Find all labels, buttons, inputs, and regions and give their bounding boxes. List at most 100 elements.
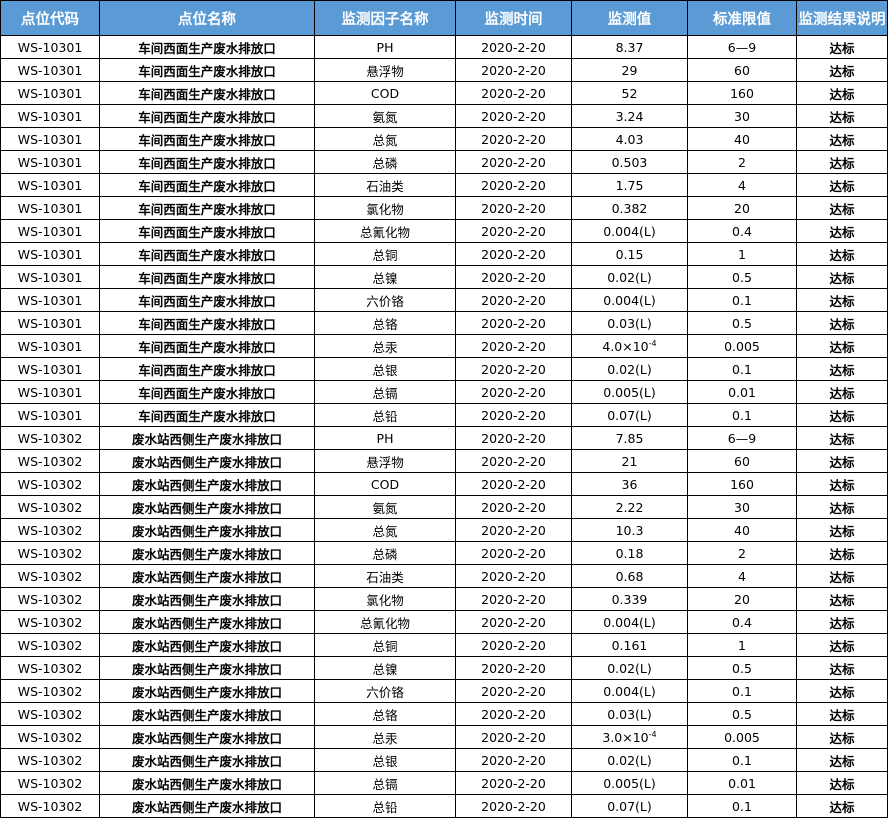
standard-limit-cell: 0.1	[687, 357, 797, 381]
header-monitor-value: 监测值	[571, 0, 688, 36]
standard-limit-cell: 0.4	[687, 610, 797, 634]
factor-name-cell: 氨氮	[314, 495, 456, 519]
header-standard-limit: 标准限值	[687, 0, 797, 36]
site-name-cell: 废水站西侧生产废水排放口	[99, 610, 315, 634]
factor-name-cell: 总磷	[314, 541, 456, 565]
monitor-time-cell: 2020-2-20	[455, 679, 572, 703]
factor-name-cell: 总镍	[314, 656, 456, 680]
site-name-cell: 车间西面生产废水排放口	[99, 403, 315, 427]
site-name-cell: 车间西面生产废水排放口	[99, 150, 315, 174]
factor-name-cell: 总银	[314, 748, 456, 772]
site-name-cell: 车间西面生产废水排放口	[99, 311, 315, 335]
result-note-cell: 达标	[796, 288, 888, 312]
standard-limit-cell: 0.005	[687, 725, 797, 749]
site-name-cell: 废水站西侧生产废水排放口	[99, 587, 315, 611]
standard-limit-cell: 0.5	[687, 702, 797, 726]
factor-name-cell: 悬浮物	[314, 58, 456, 82]
site-code-cell: WS-10301	[0, 219, 100, 243]
site-code-cell: WS-10301	[0, 265, 100, 289]
result-note-cell: 达标	[796, 380, 888, 404]
monitor-time-cell: 2020-2-20	[455, 702, 572, 726]
monitor-value-cell: 2.22	[571, 495, 688, 519]
site-name-cell: 废水站西侧生产废水排放口	[99, 748, 315, 772]
site-code-cell: WS-10301	[0, 242, 100, 266]
standard-limit-cell: 60	[687, 58, 797, 82]
monitor-value-cell: 52	[571, 81, 688, 105]
monitor-time-cell: 2020-2-20	[455, 150, 572, 174]
factor-name-cell: 总铬	[314, 311, 456, 335]
standard-limit-cell: 2	[687, 541, 797, 565]
monitor-time-cell: 2020-2-20	[455, 81, 572, 105]
table-row: WS-10302 废水站西侧生产废水排放口 悬浮物 2020-2-20 21 60 达标	[0, 449, 888, 473]
monitor-time-cell: 2020-2-20	[455, 242, 572, 266]
monitor-value-cell: 3.0×10-4	[571, 725, 688, 749]
table-row: WS-10302 废水站西侧生产废水排放口 COD 2020-2-20 36 160 达标	[0, 472, 888, 496]
standard-limit-cell: 20	[687, 196, 797, 220]
factor-name-cell: 悬浮物	[314, 449, 456, 473]
monitor-value-cell: 0.02(L)	[571, 265, 688, 289]
result-note-cell: 达标	[796, 449, 888, 473]
result-note-cell: 达标	[796, 81, 888, 105]
result-note-cell: 达标	[796, 150, 888, 174]
result-note-cell: 达标	[796, 541, 888, 565]
table-row: WS-10302 废水站西侧生产废水排放口 氯化物 2020-2-20 0.339 20 达…	[0, 587, 888, 611]
site-name-cell: 车间西面生产废水排放口	[99, 265, 315, 289]
header-site-name: 点位名称	[99, 0, 315, 36]
result-note-cell: 达标	[796, 725, 888, 749]
monitor-time-cell: 2020-2-20	[455, 541, 572, 565]
monitor-value-cell: 3.24	[571, 104, 688, 128]
table-row: WS-10301 车间西面生产废水排放口 总氰化物 2020-2-20 0.004(L)…	[0, 219, 888, 243]
site-name-cell: 车间西面生产废水排放口	[99, 104, 315, 128]
standard-limit-cell: 0.01	[687, 771, 797, 795]
site-code-cell: WS-10301	[0, 403, 100, 427]
result-note-cell: 达标	[796, 472, 888, 496]
result-note-cell: 达标	[796, 104, 888, 128]
monitor-time-cell: 2020-2-20	[455, 656, 572, 680]
table-row: WS-10302 废水站西侧生产废水排放口 总汞 2020-2-20 3.0×10-4 0…	[0, 725, 888, 749]
result-note-cell: 达标	[796, 771, 888, 795]
monitor-time-cell: 2020-2-20	[455, 633, 572, 657]
table-row: WS-10302 废水站西侧生产废水排放口 总镉 2020-2-20 0.005(L) 0…	[0, 771, 888, 795]
monitor-time-cell: 2020-2-20	[455, 173, 572, 197]
standard-limit-cell: 0.5	[687, 311, 797, 335]
monitor-time-cell: 2020-2-20	[455, 127, 572, 151]
site-code-cell: WS-10301	[0, 357, 100, 381]
table-row: WS-10301 车间西面生产废水排放口 氯化物 2020-2-20 0.382 20 达标	[0, 196, 888, 220]
factor-name-cell: 总铬	[314, 702, 456, 726]
monitor-time-cell: 2020-2-20	[455, 35, 572, 59]
result-note-cell: 达标	[796, 426, 888, 450]
factor-name-cell: 总铅	[314, 403, 456, 427]
result-note-cell: 达标	[796, 679, 888, 703]
site-name-cell: 车间西面生产废水排放口	[99, 127, 315, 151]
monitor-value-cell: 36	[571, 472, 688, 496]
factor-name-cell: 六价铬	[314, 288, 456, 312]
standard-limit-cell: 1	[687, 633, 797, 657]
monitor-value-cell: 0.005(L)	[571, 380, 688, 404]
monitor-time-cell: 2020-2-20	[455, 311, 572, 335]
monitor-time-cell: 2020-2-20	[455, 564, 572, 588]
site-code-cell: WS-10301	[0, 58, 100, 82]
site-name-cell: 废水站西侧生产废水排放口	[99, 472, 315, 496]
monitor-time-cell: 2020-2-20	[455, 104, 572, 128]
table-row: WS-10301 车间西面生产废水排放口 总铬 2020-2-20 0.03(L) 0.5…	[0, 311, 888, 335]
site-code-cell: WS-10301	[0, 334, 100, 358]
header-monitor-time: 监测时间	[455, 0, 572, 36]
value-exponent: -4	[648, 338, 657, 348]
factor-name-cell: 总磷	[314, 150, 456, 174]
result-note-cell: 达标	[796, 173, 888, 197]
table-row: WS-10302 废水站西侧生产废水排放口 总铜 2020-2-20 0.161 1 达标	[0, 633, 888, 657]
header-site-code: 点位代码	[0, 0, 100, 36]
site-name-cell: 车间西面生产废水排放口	[99, 242, 315, 266]
monitor-value-cell: 0.03(L)	[571, 311, 688, 335]
site-name-cell: 废水站西侧生产废水排放口	[99, 771, 315, 795]
table-row: WS-10301 车间西面生产废水排放口 总镉 2020-2-20 0.005(L) 0.…	[0, 380, 888, 404]
monitor-value-cell: 0.07(L)	[571, 794, 688, 818]
result-note-cell: 达标	[796, 58, 888, 82]
result-note-cell: 达标	[796, 656, 888, 680]
site-code-cell: WS-10301	[0, 81, 100, 105]
table-header: 点位代码 点位名称 监测因子名称 监测时间 监测值 标准限值 监测结果说明	[0, 0, 888, 36]
factor-name-cell: 总铜	[314, 633, 456, 657]
factor-name-cell: 总镉	[314, 771, 456, 795]
monitor-value-cell: 1.75	[571, 173, 688, 197]
table-row: WS-10301 车间西面生产废水排放口 COD 2020-2-20 52 160 达标	[0, 81, 888, 105]
